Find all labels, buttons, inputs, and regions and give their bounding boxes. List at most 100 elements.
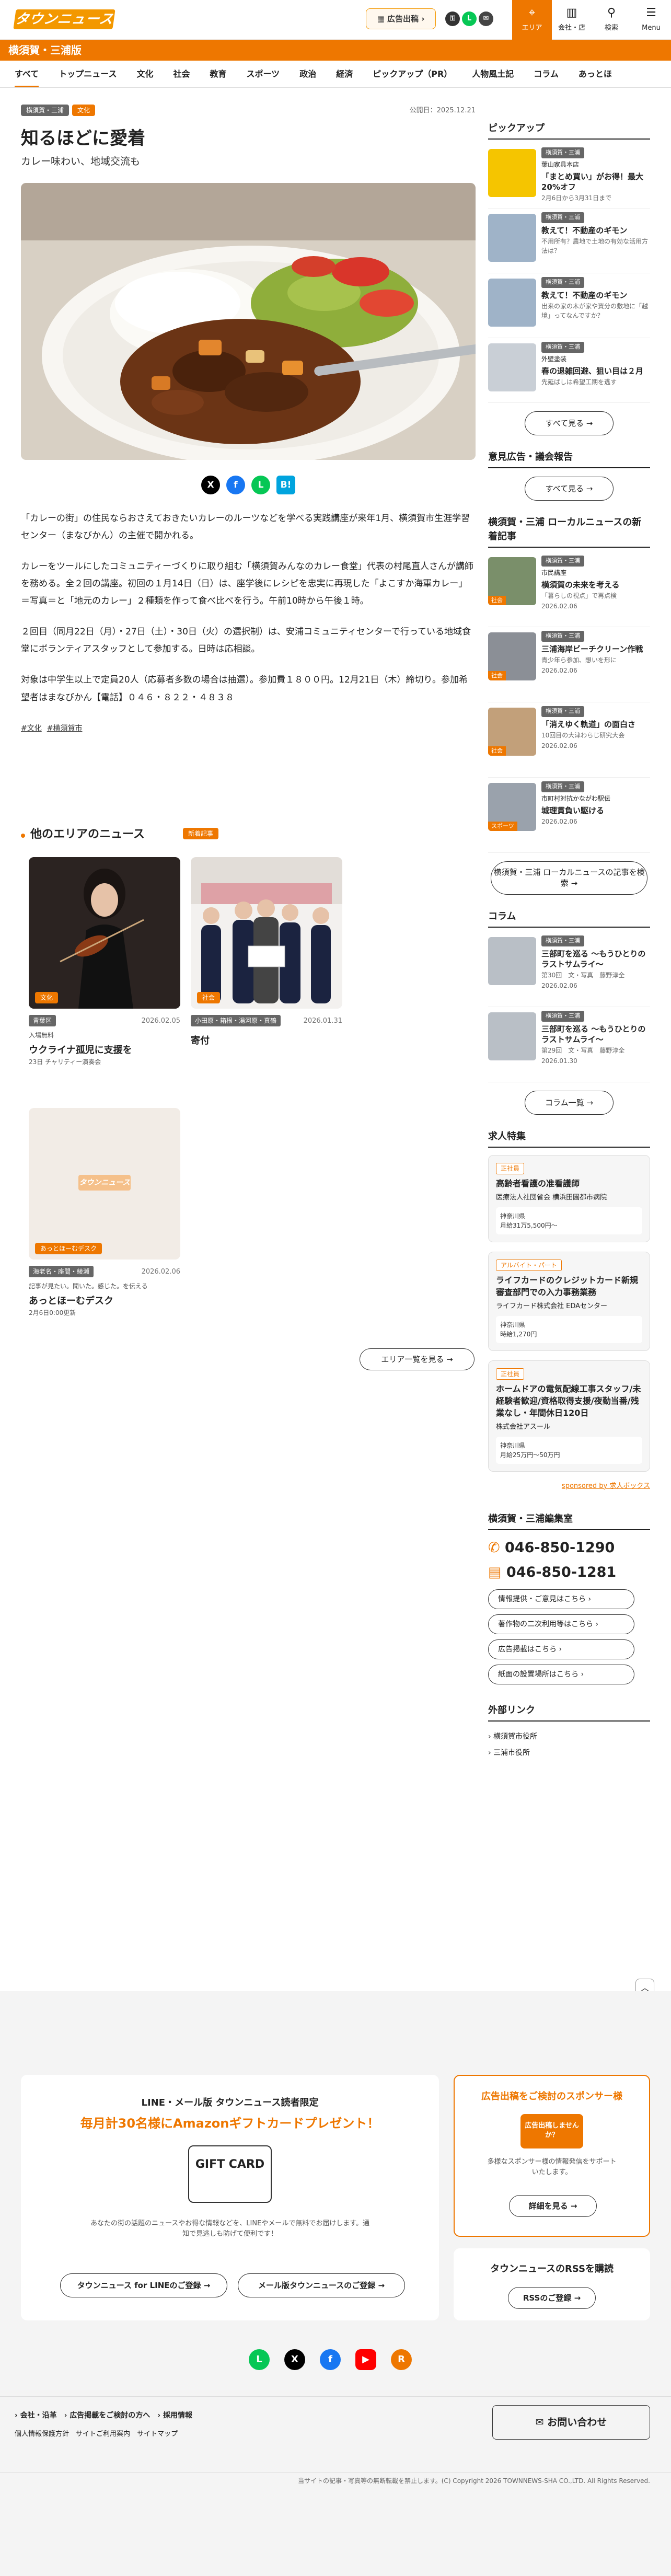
hashtag-link[interactable]: #横須賀市 <box>47 724 83 733</box>
tab-3[interactable]: 社会 <box>173 61 190 87</box>
local-item[interactable]: 社会 横須賀・三浦 三浦海岸ビーチクリーン作戦 青少年ら参加、想いを形に 2026.02… <box>488 630 650 702</box>
facebook-icon[interactable]: f <box>320 2349 341 2370</box>
local-item[interactable]: 社会 横須賀・三浦 市民講座 横須賀の未来を考える 「暮らしの視点」で再点検 2026.0… <box>488 555 650 627</box>
local-list: 社会 横須賀・三浦 市民講座 横須賀の未来を考える 「暮らしの視点」で再点検 2026.0… <box>488 555 650 853</box>
tab-6[interactable]: 政治 <box>299 61 316 87</box>
hashtag-link[interactable]: #文化 <box>21 724 42 733</box>
ext-link[interactable]: › 横須賀市役所 <box>488 1729 650 1745</box>
local-item[interactable]: スポーツ 横須賀・三浦 市町村対抗かながわ駅伝 城理貫負い駆ける 2026.02.06 <box>488 781 650 853</box>
job-company: ライフカード株式会社 EDAセンター <box>496 1302 608 1311</box>
line-icon[interactable]: L <box>462 11 477 26</box>
mail-register-button[interactable]: メール版タウンニュースのご登録 → <box>238 2273 405 2297</box>
office-link[interactable]: 紙面の設置場所はこちら › <box>488 1665 634 1685</box>
nav-menu[interactable]: ☰ Menu <box>631 0 671 40</box>
tab-1[interactable]: トップニュース <box>59 61 117 87</box>
tab-11[interactable]: あっとほ <box>579 61 612 87</box>
tab-5[interactable]: スポーツ <box>247 61 280 87</box>
ext-link-label: 三浦市役所 <box>493 1748 530 1757</box>
placeholder-logo: タウンニュース <box>78 1175 131 1191</box>
contact-button[interactable]: ✉ お問い合わせ <box>492 2405 650 2440</box>
ext-title: 外部リンク <box>488 1703 650 1722</box>
article: 横須賀・三浦 文化 公開日：2025.12.21 知るほどに愛着 カレー味わい、地… <box>21 105 476 734</box>
office-link-label: 広告掲載はこちら <box>498 1645 557 1654</box>
tab-8[interactable]: ピックアップ（PR） <box>373 61 452 87</box>
card-title: ウクライナ孤児に支援を <box>29 1045 132 1056</box>
job-card[interactable]: 正社員 ホームドアの電気配線工事スタッフ/未経験者歓迎/資格取得支援/夜勤当番/残… <box>488 1360 650 1472</box>
pickup-kicker: 外壁塗装 <box>541 355 567 363</box>
ad-button[interactable]: ▦ 広告出稿 › <box>366 8 436 29</box>
tab-0[interactable]: すべて <box>15 61 39 87</box>
footer-link[interactable]: サイトご利用案内 <box>76 2430 130 2438</box>
pickup-item[interactable]: 横須賀・三浦 外壁塗装 春の退雑回避、狙い目は２月 先延ばしは希望工期を逃す <box>488 341 650 403</box>
nav-area[interactable]: ⌖ エリア <box>512 0 552 40</box>
job-type: 正社員 <box>496 1368 525 1380</box>
x-share-icon[interactable]: X <box>201 475 220 494</box>
pickup-more-button[interactable]: すべて見る → <box>525 411 614 435</box>
published-date: 公開日：2025.12.21 <box>409 107 476 114</box>
area-tag[interactable]: 横須賀・三浦 <box>21 105 70 116</box>
local-item[interactable]: 社会 横須賀・三浦 「消えゆく軌道」の面白さ 10回目の大津わらじ研究大会 2026.0… <box>488 706 650 778</box>
footer-link[interactable]: › 会社・沿革 <box>15 2411 57 2420</box>
x-icon[interactable]: X <box>284 2349 305 2370</box>
column-more-button[interactable]: コラム一覧 → <box>525 1091 614 1115</box>
pickup-item[interactable]: 横須賀・三浦 教えて！不動産のギモン 不用所有？農地で土地の有効な活用方法は？ <box>488 212 650 273</box>
category-tag[interactable]: 文化 <box>72 105 96 116</box>
job-card[interactable]: アルバイト・パート ライフカードのクレジットカード新規審査部門での入力事務業務 ライ… <box>488 1251 650 1351</box>
nav-company[interactable]: ▥ 会社・店 <box>552 0 592 40</box>
card-note: 23日 チャリティー演奏会 <box>29 1058 101 1066</box>
news-card[interactable]: 社会 小田原・箱根・湯河原・真鶴 2026.01.31 寄付 <box>191 857 342 1048</box>
tab-10[interactable]: コラム <box>534 61 559 87</box>
tab-9[interactable]: 人物風土記 <box>472 61 514 87</box>
tab-4[interactable]: 教育 <box>210 61 226 87</box>
facebook-share-icon[interactable]: f <box>226 475 245 494</box>
hatena-share-icon[interactable]: B! <box>276 475 295 494</box>
notice-more-button[interactable]: すべて見る → <box>525 477 614 501</box>
pickup-item[interactable]: 横須賀・三浦 葉山家具本店 「まとめ買い」がお得！最大20%オフ 2月6日から3月31… <box>488 147 650 209</box>
line-icon[interactable]: L <box>249 2349 270 2370</box>
youtube-icon[interactable]: ▶ <box>355 2349 376 2370</box>
news-card[interactable]: 文化 青葉区 2026.02.05 入場無料 ウクライナ孤児に支援を 23日 チャ… <box>29 857 180 1067</box>
local-search-button[interactable]: 横須賀・三浦 ローカルニュースの記事を検索 → <box>491 861 647 895</box>
sponsor-detail-button[interactable]: 詳細を見る → <box>509 2195 597 2217</box>
line-share-icon[interactable]: L <box>251 475 270 494</box>
sns-icon[interactable]: ✉ <box>479 11 493 26</box>
footer-link[interactable]: › 広告掲載をご検討の方へ <box>64 2411 151 2420</box>
footer-link[interactable]: サイトマップ <box>137 2430 178 2438</box>
card-date: 2026.02.06 <box>141 1268 180 1276</box>
footer-link[interactable]: › 採用情報 <box>157 2411 192 2420</box>
office-link[interactable]: 広告掲載はこちら › <box>488 1639 634 1660</box>
article-title: 知るほどに愛着 <box>21 128 145 149</box>
tab-7[interactable]: 経済 <box>336 61 353 87</box>
nav-search[interactable]: ⚲ 検索 <box>592 0 631 40</box>
column-thumb <box>488 937 536 985</box>
rss-button[interactable]: RSSのご登録 → <box>508 2287 596 2309</box>
building-icon: ▥ <box>566 6 577 19</box>
pickup-item[interactable]: 横須賀・三浦 教えて！不動産のギモン 出来の家の木が家や資分の敷地に「越境」ってなん… <box>488 276 650 338</box>
pickup-thumb <box>488 279 536 327</box>
office-link[interactable]: 著作物の二次利用等はこちら › <box>488 1614 634 1635</box>
pickup-info: 横須賀・三浦 外壁塗装 春の退雑回避、狙い目は２月 先延ばしは希望工期を逃す <box>541 341 650 387</box>
phone-number[interactable]: ✆ 046-850-1290 <box>488 1538 650 1559</box>
news-card[interactable]: タウンニュース あっとほーむデスク 海老名・座間・綾瀬 2026.02.06 記事… <box>29 1108 180 1318</box>
pickup-title: 春の退雑回避、狙い目は２月 <box>541 366 644 376</box>
rss-icon[interactable]: R <box>391 2349 412 2370</box>
curry-plate-illustration <box>21 182 476 460</box>
site-logo[interactable]: タウンニュース <box>13 9 115 29</box>
tab-2[interactable]: 文化 <box>136 61 153 87</box>
phone-text: 046-850-1290 <box>505 1540 615 1556</box>
column-item[interactable]: 横須賀・三浦 三部町を巡る 〜もうひとりのラストサムライ〜 第29回 文・写真 藤野… <box>488 1010 650 1082</box>
job-place: 神奈川県 <box>500 1212 526 1220</box>
ext-link[interactable]: › 三浦市役所 <box>488 1745 650 1761</box>
office-link[interactable]: 情報提供・ご意見はこちら › <box>488 1589 634 1610</box>
card-category: 社会 <box>197 992 221 1003</box>
job-card[interactable]: 正社員 高齢者看護の准看護師 医療法人社団省会 横浜田園都市病院 神奈川県 月給31万5… <box>488 1155 650 1242</box>
area-list-button[interactable]: エリア一覧を見る → <box>360 1348 475 1370</box>
lock-icon[interactable]: ⚿ <box>445 11 460 26</box>
column-item[interactable]: 横須賀・三浦 三部町を巡る 〜もうひとりのラストサムライ〜 第30回 文・写真 藤野… <box>488 935 650 1007</box>
line-register-button[interactable]: タウンニュース for LINEのご登録 → <box>60 2273 227 2297</box>
jobs-sponsor-link[interactable]: sponsored by 求人ボックス <box>488 1481 650 1492</box>
ext-link-label: 横須賀市役所 <box>493 1732 538 1741</box>
local-date: 2026.02.06 <box>541 817 577 825</box>
column-list: 横須賀・三浦 三部町を巡る 〜もうひとりのラストサムライ〜 第30回 文・写真 藤野… <box>488 935 650 1082</box>
footer-link[interactable]: 個人情報保護方針 <box>15 2430 69 2438</box>
